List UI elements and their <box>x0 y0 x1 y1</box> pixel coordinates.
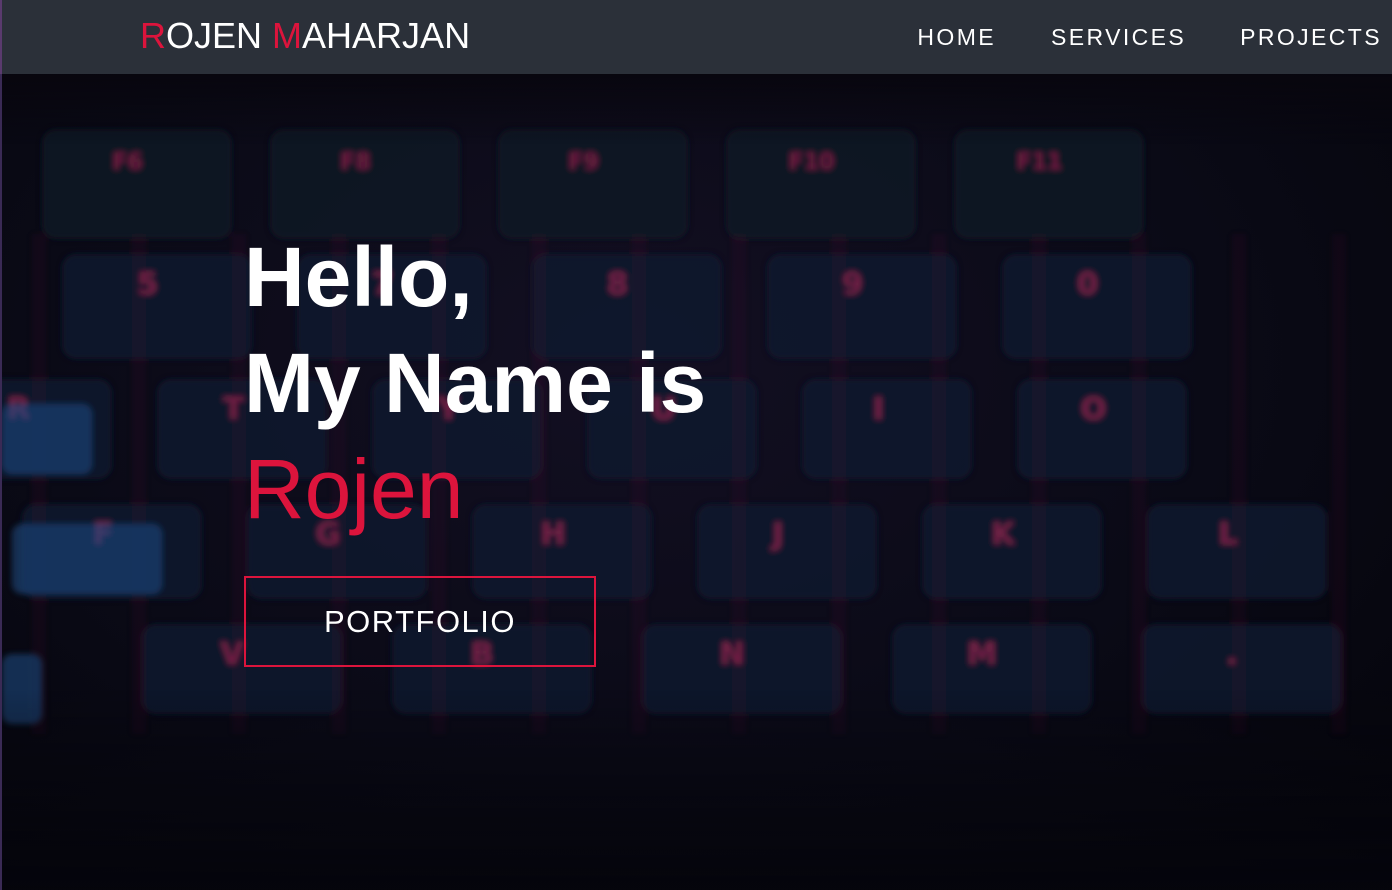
key-backlight <box>732 234 746 734</box>
keyboard-key-legend: F8 <box>340 150 370 175</box>
portfolio-button[interactable]: PORTFOLIO <box>244 576 596 667</box>
keyboard-key-legend: K <box>991 517 1016 552</box>
keyboard-key <box>954 129 1144 239</box>
nav-services[interactable]: SERVICES <box>1051 24 1186 51</box>
keyboard-key-legend: O <box>1081 392 1107 427</box>
keyboard-key <box>42 129 232 239</box>
hero-top-shade <box>2 74 1392 144</box>
hero-name: Rojen <box>244 442 464 536</box>
hero-intro: My Name is <box>244 336 707 430</box>
hero-section: F6F8F9F10F1157890RTYUIOFGHJKLVBNM. Hello… <box>0 74 1392 890</box>
keyboard-key-legend: F11 <box>1017 150 1063 175</box>
keyboard-key-legend: M <box>967 637 997 672</box>
logo-last-name: AHARJAN <box>302 15 471 56</box>
key-backlight <box>132 234 146 734</box>
logo-initial-m: M <box>272 15 303 56</box>
keyboard-key-legend: F9 <box>568 150 598 175</box>
key-backlight <box>1232 234 1246 734</box>
keyboard-key-legend: 0 <box>1077 267 1098 302</box>
key-backlight <box>1332 234 1346 734</box>
keyboard-key <box>802 379 972 479</box>
key-backlight <box>1032 234 1046 734</box>
keyboard-key-blue <box>12 524 162 594</box>
keyboard-key-legend: I <box>873 392 884 427</box>
keyboard-key-legend: J <box>770 517 783 552</box>
nav-home[interactable]: HOME <box>917 24 996 51</box>
keyboard-key <box>270 129 460 239</box>
navbar: ROJEN MAHARJAN HOME SERVICES PROJECTS <box>0 0 1392 74</box>
keyboard-key-legend: F6 <box>112 150 142 175</box>
keyboard-key <box>697 504 877 599</box>
key-backlight <box>1132 234 1146 734</box>
logo-initial-r: R <box>140 15 166 56</box>
site-logo[interactable]: ROJEN MAHARJAN <box>140 14 470 58</box>
keyboard-key-blue <box>2 404 92 474</box>
keyboard-key-legend: F10 <box>789 150 835 175</box>
keyboard-key <box>726 129 916 239</box>
main-nav: HOME SERVICES PROJECTS <box>917 0 1392 74</box>
logo-first-name: OJEN <box>166 15 263 56</box>
keyboard-key <box>498 129 688 239</box>
key-backlight <box>832 234 846 734</box>
page: ROJEN MAHARJAN HOME SERVICES PROJECTS F6… <box>0 0 1392 890</box>
hero-content: Hello, My Name is Rojen PORTFOLIO <box>244 224 707 667</box>
hero-greeting: Hello, <box>244 230 473 324</box>
hero-bottom-shade <box>2 690 1392 890</box>
nav-projects[interactable]: PROJECTS <box>1240 24 1382 51</box>
key-backlight <box>932 234 946 734</box>
